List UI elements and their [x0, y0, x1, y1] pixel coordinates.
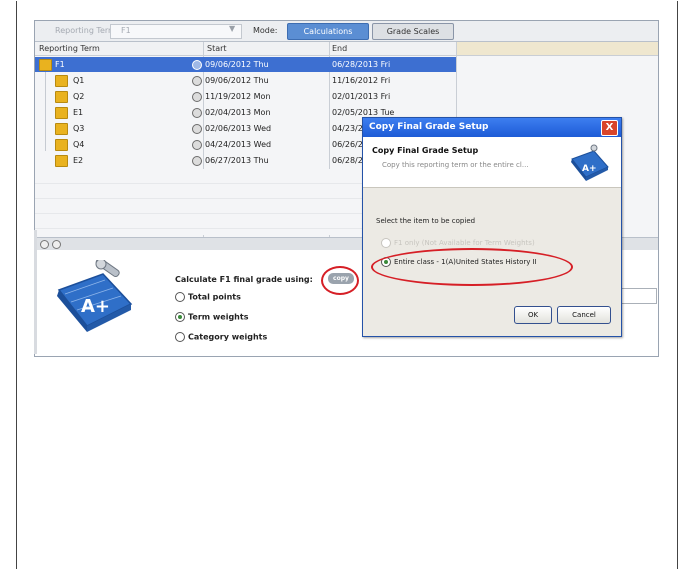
row-term: E2 — [73, 156, 84, 165]
collapse-icon[interactable] — [40, 240, 49, 249]
toolbar: Reporting Term: F1 ▼ Mode: Calculations … — [35, 21, 658, 42]
gradebook-logo-icon: A+ — [571, 144, 609, 181]
option-term-weights[interactable]: Term weights — [175, 312, 248, 322]
column-header-end[interactable]: End — [332, 44, 347, 53]
row-end: 06/28/2013 Fri — [332, 60, 391, 69]
column-header-start[interactable]: Start — [207, 44, 227, 53]
row-start: 11/19/2012 Mon — [205, 92, 271, 101]
folder-icon — [55, 155, 68, 167]
radio-total-points[interactable] — [175, 292, 185, 302]
radio-term-weights[interactable] — [175, 312, 185, 322]
expand-icon[interactable] — [52, 240, 61, 249]
row-term: Q4 — [73, 140, 85, 149]
svg-text:A+: A+ — [582, 164, 597, 174]
row-term: E1 — [73, 108, 84, 117]
option-label: Category weights — [188, 332, 268, 342]
folder-icon — [55, 139, 68, 151]
gradebook-logo-icon: A+ — [57, 260, 133, 332]
copy-highlight-circle — [321, 266, 359, 295]
option-category-weights[interactable]: Category weights — [175, 332, 267, 342]
radio-f1-only — [381, 238, 391, 248]
svg-text:A+: A+ — [81, 296, 110, 317]
clock-icon — [192, 156, 202, 166]
dialog-prompt: Select the item to be copied — [376, 217, 476, 225]
left-edge-strip — [34, 230, 37, 354]
mode-grade-scales-button[interactable]: Grade Scales — [372, 23, 454, 40]
option-label: Term weights — [188, 312, 249, 322]
clock-icon — [192, 140, 202, 150]
row-term: F1 — [55, 60, 65, 69]
row-start: 09/06/2012 Thu — [205, 76, 269, 85]
row-term: Q2 — [73, 92, 85, 101]
clock-icon — [192, 124, 202, 134]
ok-button[interactable]: OK — [514, 306, 552, 324]
row-term: Q3 — [73, 124, 85, 133]
clock-icon — [192, 60, 202, 70]
option-label: F1 only (Not Available for Term Weights) — [394, 239, 535, 247]
table-row[interactable]: F1 09/06/2012 Thu 06/28/2013 Fri — [35, 57, 456, 72]
row-end: 02/05/2013 Tue — [332, 108, 395, 117]
option-highlight-circle — [371, 248, 573, 286]
chevron-down-icon[interactable]: ▼ — [229, 24, 235, 33]
option-total-points[interactable]: Total points — [175, 292, 241, 302]
clock-icon — [192, 92, 202, 102]
table-row[interactable]: Q1 09/06/2012 Thu 11/16/2012 Fri — [35, 73, 456, 88]
row-start: 09/06/2012 Thu — [205, 60, 269, 69]
row-start: 02/06/2013 Wed — [205, 124, 272, 133]
dialog-title: Copy Final Grade Setup — [369, 122, 489, 132]
radio-category-weights[interactable] — [175, 332, 185, 342]
folder-icon — [39, 59, 52, 71]
mode-label: Mode: — [253, 26, 278, 35]
reporting-term-value: F1 — [121, 26, 131, 35]
weight-input[interactable] — [617, 288, 657, 304]
mode-calculations-button[interactable]: Calculations — [287, 23, 369, 40]
row-end: 11/16/2012 Fri — [332, 76, 391, 85]
table-row[interactable]: Q2 11/19/2012 Mon 02/01/2013 Fri — [35, 89, 456, 104]
folder-icon — [55, 91, 68, 103]
close-icon[interactable]: X — [601, 120, 618, 136]
folder-icon — [55, 75, 68, 87]
cancel-button[interactable]: Cancel — [557, 306, 611, 324]
dialog-header-title: Copy Final Grade Setup — [372, 146, 479, 155]
calculate-label: Calculate F1 final grade using: — [175, 275, 313, 284]
clock-icon — [192, 108, 202, 118]
reporting-term-label: Reporting Term: — [55, 26, 119, 35]
clock-icon — [192, 76, 202, 86]
row-term: Q1 — [73, 76, 85, 85]
table-header: Reporting Term Start End — [35, 42, 456, 56]
dialog-title-bar[interactable]: Copy Final Grade Setup X — [363, 118, 621, 137]
dialog-header: Copy Final Grade Setup Copy this reporti… — [363, 137, 621, 188]
column-header-reporting-term[interactable]: Reporting Term — [39, 44, 100, 53]
row-start: 02/04/2013 Mon — [205, 108, 271, 117]
row-start: 04/24/2013 Wed — [205, 140, 272, 149]
option-f1-only: F1 only (Not Available for Term Weights) — [381, 238, 535, 248]
folder-icon — [55, 123, 68, 135]
row-start: 06/27/2013 Thu — [205, 156, 269, 165]
table-header-filler — [456, 42, 658, 56]
option-label: Total points — [188, 292, 241, 302]
copy-final-grade-dialog: Copy Final Grade Setup X Copy Final Grad… — [362, 117, 622, 337]
dialog-header-subtitle: Copy this reporting term or the entire c… — [382, 161, 529, 169]
folder-icon — [55, 107, 68, 119]
row-end: 02/01/2013 Fri — [332, 92, 391, 101]
